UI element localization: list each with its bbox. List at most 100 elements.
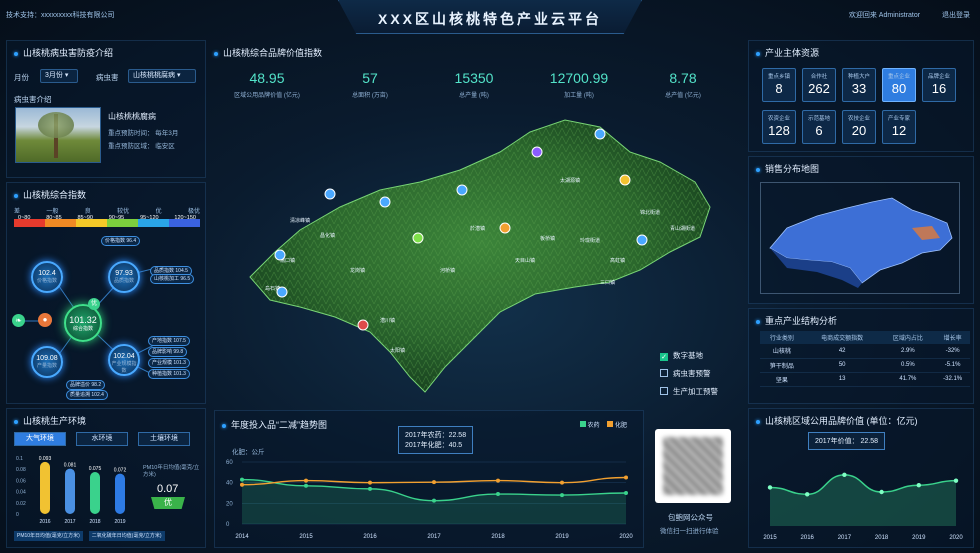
x-tick-label: 2017 bbox=[427, 534, 441, 540]
table-cell: 13 bbox=[803, 372, 881, 387]
x-tick-label: 2018 bbox=[89, 519, 100, 525]
entity-label: 重点乡镇 bbox=[767, 74, 790, 80]
page-title: XXX区山核桃特色产业云平台 bbox=[377, 11, 602, 27]
table-cell: 2.9% bbox=[880, 344, 936, 359]
tab-air[interactable]: 大气环境 bbox=[14, 432, 66, 446]
pest-time: 重点预防时间： 每年3月 bbox=[108, 130, 179, 137]
brand-value-tooltip: 2017年价值： 22.58 bbox=[808, 432, 886, 450]
node-value: 102.4 bbox=[38, 270, 56, 277]
trend-tooltip: 2017年农药：22.58 2017年化肥：40.5 bbox=[398, 426, 474, 454]
month-select[interactable]: 3月份 ▾ bbox=[40, 69, 78, 83]
y-tick-label: 20 bbox=[226, 501, 233, 507]
checkbox-checked-icon: ✓ bbox=[660, 353, 668, 361]
table-row: 笋干制品 50 0.5% -5.1% bbox=[760, 358, 970, 373]
month-select-value: 3月份 bbox=[45, 72, 63, 79]
grade-ranges: 0~80 80~85 85~90 90~95 95~120 120~150 bbox=[14, 215, 200, 221]
nut-icon: ● bbox=[38, 313, 52, 327]
pest-select[interactable]: 山核桃桃腐病 ▾ bbox=[128, 69, 196, 83]
kpi-label: 区域公用品牌价值 (亿元) bbox=[234, 93, 300, 99]
x-tick-label: 2020 bbox=[949, 535, 963, 541]
data-point bbox=[304, 478, 308, 483]
table-cell: -32% bbox=[935, 344, 970, 359]
entity-stat-card[interactable]: 示范基地 6 bbox=[802, 110, 836, 144]
map-marker bbox=[276, 286, 288, 298]
x-tick-label: 2019 bbox=[912, 535, 926, 541]
tooltip-line: 2017年农药：22.58 bbox=[405, 432, 467, 439]
sales-distribution-map[interactable] bbox=[762, 188, 958, 292]
entity-stat-card[interactable]: 合作社 262 bbox=[802, 68, 836, 102]
table-cell: 42 bbox=[803, 344, 881, 359]
wechat-name: 包鲍网公众号 bbox=[668, 513, 713, 522]
entity-label: 农资企业 bbox=[767, 116, 790, 122]
kpi-value: 48.95 bbox=[249, 70, 285, 86]
data-point bbox=[842, 472, 847, 478]
legend-so2[interactable]: 二氧化硫年日均值(毫克/立方米) bbox=[88, 531, 165, 541]
data-point bbox=[560, 480, 564, 485]
data-point bbox=[805, 492, 810, 497]
tab-soil[interactable]: 土壤环境 bbox=[138, 432, 190, 446]
chevron-down-icon: ▾ bbox=[64, 72, 69, 79]
bar-value-label: 0.093 bbox=[39, 456, 52, 462]
index-pill: 产业规模 101.3 bbox=[148, 358, 190, 368]
grade-range: 80~85 bbox=[46, 215, 62, 221]
legend-pm10[interactable]: PM10年日均值(毫克/立方米) bbox=[14, 531, 83, 541]
index-pill: 山核桃加工 96.5 bbox=[150, 274, 195, 284]
entity-stat-card[interactable]: 重点乡镇 8 bbox=[762, 68, 796, 102]
place-label: 龙岗镇 bbox=[350, 267, 365, 274]
entity-value: 6 bbox=[815, 123, 823, 138]
pest-photo bbox=[15, 107, 101, 163]
brand-value-title: 山核桃区域公用品牌价值 (单位：亿元) bbox=[756, 414, 918, 427]
data-point bbox=[560, 493, 564, 498]
entity-stat-card[interactable]: 产业专家 12 bbox=[882, 110, 916, 144]
place-label: 高虹镇 bbox=[610, 257, 625, 264]
trend-legend: 农药 化肥 bbox=[580, 420, 627, 429]
node-label: 价格指数 bbox=[36, 278, 57, 284]
entity-stat-card[interactable]: 农技企业 20 bbox=[842, 110, 876, 144]
x-tick-label: 2016 bbox=[363, 534, 377, 540]
env-bar bbox=[90, 472, 100, 514]
grade-label: 一般 bbox=[46, 209, 59, 215]
map-marker bbox=[357, 319, 369, 331]
layer-toggle-digital-base[interactable]: ✓ 数字基地 bbox=[660, 350, 703, 361]
entity-stat-card[interactable]: 农资企业 128 bbox=[762, 110, 796, 144]
entity-value: 128 bbox=[768, 123, 790, 138]
entity-label: 重点企业 bbox=[887, 74, 910, 80]
logout-link[interactable]: 退出登录 bbox=[942, 12, 970, 19]
index-node-quality[interactable]: 97.93 品质指数 bbox=[108, 261, 140, 293]
wechat-qr-code[interactable] bbox=[655, 429, 731, 503]
map-marker bbox=[499, 222, 511, 234]
entity-stat-card[interactable]: 种植大户 33 bbox=[842, 68, 876, 102]
table-cell: 笋干制品 bbox=[760, 358, 804, 373]
user-area: 欢迎回来 Administrator 退出登录 bbox=[829, 10, 970, 20]
map-marker bbox=[594, 128, 606, 140]
index-node-center[interactable]: 101.32 综合指数 bbox=[64, 304, 102, 342]
x-tick-label: 2019 bbox=[114, 519, 125, 525]
entity-stat-card[interactable]: 重点企业 80 bbox=[882, 68, 916, 102]
sales-map-title: 销售分布地图 bbox=[756, 162, 819, 175]
table-cell: 山核桃 bbox=[760, 344, 804, 359]
entity-label: 产业专家 bbox=[887, 116, 910, 122]
entity-stat-card[interactable]: 品牌企业 16 bbox=[922, 68, 956, 102]
index-node-scale[interactable]: 102.04 产业规模指数 bbox=[108, 344, 140, 376]
kpi-value: 12700.99 bbox=[549, 70, 609, 86]
layer-toggle-pest-warning[interactable]: 病虫害预警 bbox=[660, 368, 711, 379]
region-terrain-map[interactable]: 太湖源镇 锦北街道 青山湖街道 於潜镇 昌化镇 龙岗镇 河桥镇 湍口镇 岛石镇 … bbox=[230, 112, 730, 412]
pest-select-value: 山核桃桃腐病 bbox=[133, 72, 175, 79]
index-node-yield[interactable]: 109.08 产量指数 bbox=[31, 346, 63, 378]
pm-label: PM10年日均值(毫克/立方米) bbox=[143, 465, 200, 478]
map-marker bbox=[636, 234, 648, 246]
env-bar-chart: 0.1 0.08 0.06 0.04 0.02 0 0.093 2016 0.081 2017 0.… bbox=[16, 456, 127, 525]
layer-toggle-processing-warning[interactable]: 生产加工预警 bbox=[660, 386, 718, 397]
bar-value-label: 0.072 bbox=[114, 468, 127, 474]
tab-water[interactable]: 水环境 bbox=[76, 432, 128, 446]
structure-table: 行业类别 电商成交额指数 区域内占比 增长率 山核桃 42 2.9% -32% 笋干制… bbox=[760, 331, 970, 387]
grade-range: 90~95 bbox=[108, 215, 125, 221]
data-point bbox=[496, 478, 500, 483]
grade-range: 0~80 bbox=[18, 215, 31, 221]
index-node-price[interactable]: 102.4 价格指数 bbox=[31, 261, 63, 293]
node-value: 109.08 bbox=[36, 355, 58, 362]
node-label: 品质指数 bbox=[113, 278, 134, 284]
x-tick-label: 2020 bbox=[619, 534, 633, 540]
place-label: 锦北街道 bbox=[640, 209, 660, 216]
kpi-value: 8.78 bbox=[669, 70, 697, 86]
